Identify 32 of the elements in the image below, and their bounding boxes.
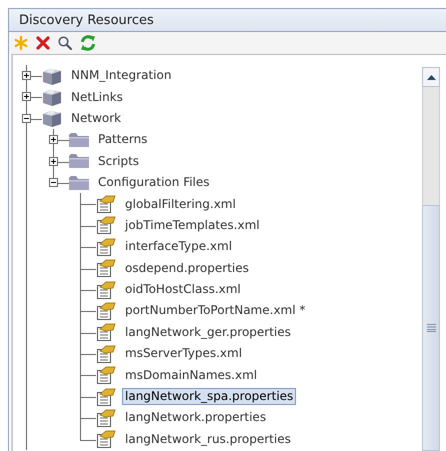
delete-icon[interactable] — [35, 35, 51, 51]
expand-toggle[interactable] — [49, 135, 58, 144]
tree-item[interactable]: langNetwork_rus.properties — [122, 430, 294, 448]
collapse-toggle[interactable] — [49, 178, 58, 187]
tree-item[interactable]: Network — [68, 110, 124, 127]
up-triangle-icon — [426, 74, 436, 80]
tree-item[interactable]: Configuration Files — [95, 174, 213, 192]
tree-item[interactable]: NNM_Integration — [68, 67, 174, 84]
tree-item[interactable]: interfaceType.xml — [122, 238, 236, 256]
expand-toggle[interactable] — [22, 92, 31, 102]
tree-item[interactable]: msDomainNames.xml — [122, 366, 260, 384]
tree-item[interactable]: jobTimeTemplates.xml — [122, 216, 263, 234]
tree-item[interactable]: globalFiltering.xml — [122, 196, 239, 213]
collapse-toggle[interactable] — [22, 114, 31, 123]
tree-item[interactable]: Scripts — [95, 152, 142, 170]
tree-item[interactable]: langNetwork_ger.properties — [122, 324, 294, 341]
tree-item[interactable]: osdepend.properties — [122, 260, 252, 277]
tree-item[interactable]: msServerTypes.xml — [122, 345, 246, 362]
tree-item[interactable]: langNetwork_spa.properties — [122, 388, 296, 406]
tree-item[interactable]: oidToHostClass.xml — [122, 281, 244, 298]
grip-icon — [426, 324, 436, 332]
panel-title: Discovery Resources — [9, 9, 446, 32]
tree-item[interactable]: Patterns — [95, 131, 150, 148]
refresh-icon[interactable] — [79, 34, 97, 52]
tree-item[interactable]: NetLinks — [68, 88, 126, 106]
tree-item[interactable]: langNetwork.properties — [122, 409, 270, 426]
scrollbar-thumb[interactable] — [422, 205, 440, 451]
search-icon[interactable] — [57, 35, 73, 51]
expand-toggle[interactable] — [22, 71, 31, 80]
expand-toggle[interactable] — [49, 156, 58, 166]
scroll-up-button[interactable] — [422, 67, 440, 87]
tree-item[interactable]: portNumberToPortName.xml * — [122, 302, 308, 320]
